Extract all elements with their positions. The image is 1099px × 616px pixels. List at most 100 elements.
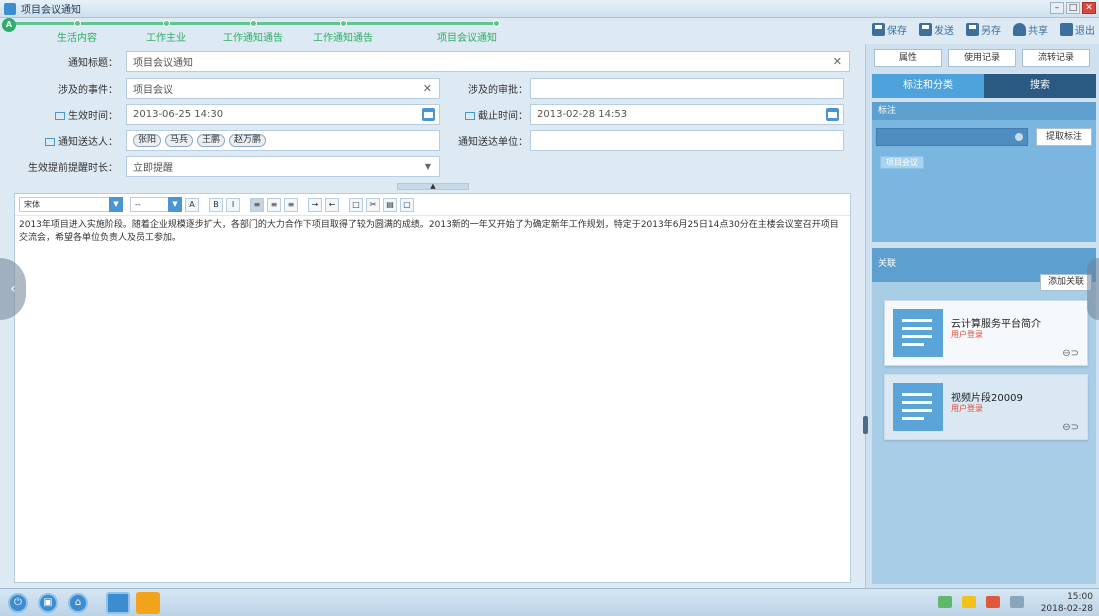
flow-record-button[interactable]: 流转记录 [1022, 49, 1090, 67]
related-event-field[interactable]: 项目会议 ✕ [126, 77, 440, 99]
deadline-field[interactable]: 2013-02-28 14:53 [530, 103, 844, 125]
keyboard-tray-icon[interactable] [1010, 596, 1024, 608]
send-icon [919, 23, 932, 36]
exit-icon [1060, 23, 1073, 36]
content-editor[interactable]: 宋体 ▼ -- ▼ A B I ≡ ≡ ≡ → ← □ ✂ ▤ ▢ 2013年项目进… [14, 193, 851, 583]
notice-form: 通知标题： 项目会议通知 ✕ 涉及的事件： 项目会议 ✕ 涉及的审批： 生效时间… [14, 47, 852, 184]
font-family-select[interactable]: 宋体 ▼ [19, 197, 123, 212]
italic-button[interactable]: I [226, 197, 240, 212]
related-card-subtitle: 用户登录 [951, 404, 983, 413]
exit-button[interactable]: 退出 [1060, 22, 1095, 37]
related-approval-field[interactable] [530, 77, 844, 99]
save-as-button[interactable]: 另存 [966, 22, 1001, 37]
cut-button[interactable]: ✂ [366, 197, 380, 212]
copy-button[interactable]: □ [349, 197, 363, 212]
step-label[interactable]: 项目会议通知 [437, 29, 497, 44]
document-icon [893, 383, 943, 431]
save-button[interactable]: 保存 [872, 22, 907, 37]
tag-chip[interactable]: 项目会议 [880, 156, 924, 169]
font-size-select[interactable]: -- ▼ [130, 197, 182, 212]
outdent-button[interactable]: ← [325, 197, 339, 212]
step-label[interactable]: 工作主业 [146, 29, 186, 44]
clear-format-button[interactable]: ▢ [400, 197, 414, 212]
clock-time: 15:00 [1067, 592, 1093, 602]
properties-button[interactable]: 属性 [874, 49, 942, 67]
clear-icon[interactable]: ✕ [833, 55, 842, 68]
grid-app-icon[interactable] [136, 592, 160, 614]
next-page-arrow[interactable] [1087, 258, 1099, 320]
window-title: 项目会议通知 [21, 5, 81, 16]
recipients-label: 通知送达人： [14, 133, 118, 148]
indent-button[interactable]: → [308, 197, 322, 212]
effective-time-field[interactable]: 2013-06-25 14:30 [126, 103, 440, 125]
recipient-chip[interactable]: 王鹏 [197, 133, 226, 147]
window-titlebar: 项目会议通知 – □ ✕ [0, 0, 1099, 18]
related-card[interactable]: 视频片段20009 用户登录 ⊖⊃ [884, 374, 1088, 440]
align-right-button[interactable]: ≡ [284, 197, 298, 212]
alert-tray-icon[interactable] [986, 596, 1000, 608]
clear-icon[interactable]: ✕ [423, 82, 432, 95]
align-center-button[interactable]: ≡ [267, 197, 281, 212]
system-clock[interactable]: 15:00 2018-02-28 [1041, 591, 1093, 615]
link-icon[interactable]: ⊖⊃ [1062, 348, 1079, 359]
collapse-form-handle[interactable]: ▲ [397, 183, 469, 190]
related-card-title: 云计算服务平台简介 [951, 319, 1041, 330]
paste-button[interactable]: ▤ [383, 197, 397, 212]
recipients-field[interactable]: 张阳 马兵 王鹏 赵万鹏 [126, 129, 440, 151]
calendar-picker-icon[interactable] [826, 107, 839, 121]
tab-tags[interactable]: 标注和分类 [872, 74, 984, 98]
recipient-chip[interactable]: 马兵 [165, 133, 194, 147]
power-icon[interactable]: ⏻ [8, 593, 28, 613]
extract-tag-button[interactable]: 提取标注 [1036, 128, 1092, 146]
add-related-button[interactable]: 添加关联 [1040, 274, 1092, 291]
recipient-chip[interactable]: 张阳 [133, 133, 162, 147]
calendar-icon [465, 111, 475, 120]
panel-resize-handle[interactable] [863, 416, 868, 434]
calendar-picker-icon[interactable] [422, 107, 435, 121]
step-label[interactable]: 工作通知通告 [313, 29, 373, 44]
chat-app-icon[interactable] [106, 592, 130, 614]
step-progress: A 生活内容 工作主业 工作通知通告 工作通知通告 项目会议通知 [0, 18, 860, 44]
network-tray-icon[interactable] [938, 596, 952, 608]
monitor-icon[interactable]: ▣ [38, 593, 58, 613]
step-start-icon: A [2, 18, 16, 32]
chevron-down-icon: ▼ [109, 197, 123, 212]
editor-body[interactable]: 2013年项目进入实施阶段。随着企业规模逐步扩大，各部门的大力合作下项目取得了较… [15, 216, 850, 248]
link-icon[interactable]: ⊖⊃ [1062, 422, 1079, 433]
text-color-button[interactable]: A [185, 197, 199, 212]
related-panel: 关联 添加关联 云计算服务平台简介 用户登录 ⊖⊃ 视频片段20009 用户登录… [872, 248, 1096, 584]
step-label[interactable]: 生活内容 [57, 29, 97, 44]
related-event-label: 涉及的事件： [58, 84, 118, 96]
step-dot [74, 20, 81, 27]
send-button[interactable]: 发送 [919, 22, 954, 37]
close-button[interactable]: ✕ [1082, 2, 1096, 14]
notice-title-field[interactable]: 项目会议通知 ✕ [126, 50, 850, 72]
align-left-button[interactable]: ≡ [250, 197, 264, 212]
step-dot [340, 20, 347, 27]
tag-input[interactable] [876, 128, 1028, 146]
editor-toolbar: 宋体 ▼ -- ▼ A B I ≡ ≡ ≡ → ← □ ✂ ▤ ▢ [15, 194, 850, 216]
share-button[interactable]: 共享 [1013, 22, 1048, 37]
recipient-chip[interactable]: 赵万鹏 [229, 133, 267, 147]
bold-button[interactable]: B [209, 197, 223, 212]
recipient-org-label: 通知送达单位： [458, 136, 528, 148]
tab-search[interactable]: 搜索 [984, 74, 1096, 98]
gear-icon[interactable] [1015, 133, 1023, 141]
home-icon[interactable]: ⌂ [68, 593, 88, 613]
effective-time-label: 生效时间： [14, 107, 118, 122]
minimize-button[interactable]: – [1050, 2, 1064, 14]
reminder-select[interactable]: 立即提醒 ▼ [126, 155, 440, 177]
step-dot [493, 20, 500, 27]
clock-date: 2018-02-28 [1040, 604, 1093, 614]
recipient-org-field[interactable] [530, 129, 844, 151]
related-card-subtitle: 用户登录 [951, 330, 983, 339]
calendar-icon [55, 111, 65, 120]
message-tray-icon[interactable] [962, 596, 976, 608]
step-label[interactable]: 工作通知通告 [223, 29, 283, 44]
related-card[interactable]: 云计算服务平台简介 用户登录 ⊖⊃ [884, 300, 1088, 366]
step-dot [163, 20, 170, 27]
usage-record-button[interactable]: 使用记录 [948, 49, 1016, 67]
maximize-button[interactable]: □ [1066, 2, 1080, 14]
tag-panel: 标注 提取标注 项目会议 [872, 102, 1096, 242]
step-dot [250, 20, 257, 27]
